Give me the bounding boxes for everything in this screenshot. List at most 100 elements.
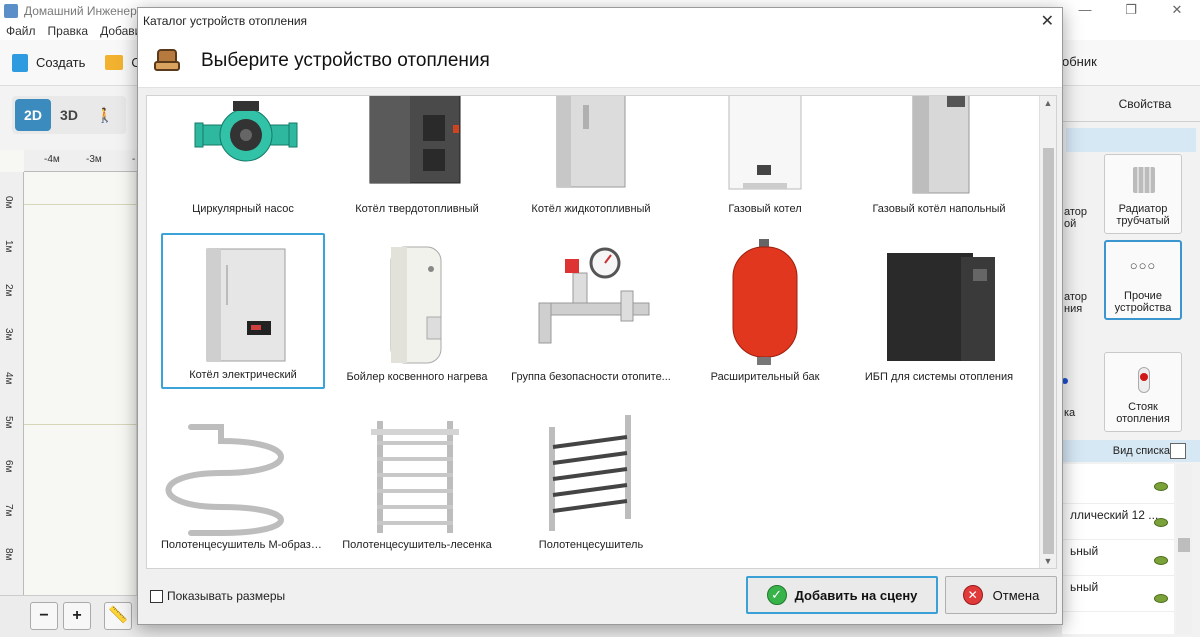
cancel-button[interactable]: ✕ Отмена	[945, 576, 1057, 614]
catalog-item-towel-ladder[interactable]: Полотенцесушитель-лесенка	[335, 401, 499, 557]
visibility-eye-icon[interactable]	[1154, 556, 1168, 565]
ruler-left-mark: 4м	[3, 372, 14, 385]
item-label: Полотенцесушитель	[538, 539, 644, 551]
catalog-item-electric-boiler[interactable]: Котёл электрический	[161, 233, 325, 389]
minimize-icon[interactable]: —	[1062, 0, 1108, 22]
list-view-icon[interactable]	[1170, 443, 1186, 459]
ruler-left: 0м 1м 2м 3м 4м 5м 6м 7м 8м	[0, 172, 24, 595]
ruler-left-mark: 8м	[3, 548, 14, 561]
indirect-boiler-icon	[390, 246, 442, 364]
catalog-item-gas-boiler[interactable]: Газовый котел	[683, 96, 847, 221]
create-button[interactable]: Создать	[12, 53, 85, 72]
visibility-eye-icon[interactable]	[1154, 482, 1168, 491]
catalog-item-expansion-tank[interactable]: Расширительный бак	[683, 233, 847, 389]
tile-heating-riser[interactable]: Стояк отопления	[1104, 352, 1182, 432]
item-label: Полотенцесушитель М-образный	[161, 539, 325, 551]
item-label: Котёл твердотопливный	[355, 203, 479, 215]
show-sizes-label: Показывать размеры	[167, 589, 286, 603]
ruler-left-mark: 5м	[3, 416, 14, 429]
close-icon[interactable]: ✕	[1041, 11, 1054, 31]
new-file-icon	[12, 53, 28, 72]
dots-icon: ○○○	[1129, 258, 1157, 273]
tab-properties[interactable]: Свойства	[1090, 86, 1200, 121]
item-label: Бойлер косвенного нагрева	[346, 371, 488, 383]
menu-edit[interactable]: Правка	[48, 24, 89, 38]
catalog-item-safety-group[interactable]: Группа безопасности отопите...	[509, 233, 673, 389]
zoom-out-button[interactable]: −	[30, 602, 58, 630]
show-sizes-checkbox[interactable]: Показывать размеры	[150, 589, 285, 603]
view-3d-button[interactable]: 3D	[51, 99, 87, 131]
catalog-scrollbar-thumb[interactable]	[1043, 148, 1054, 554]
catalog-item-liquid-fuel-boiler[interactable]: Котёл жидкотопливный	[509, 96, 673, 221]
catalog-item-towel-m-shaped[interactable]: Полотенцесушитель М-образный	[161, 401, 325, 557]
item-label: Группа безопасности отопите...	[511, 371, 671, 383]
reference-button-label[interactable]: обник	[1062, 54, 1097, 69]
scroll-up-icon[interactable]: ▲	[1043, 98, 1053, 108]
catalog-item-towel-warmer[interactable]: Полотенцесушитель	[509, 401, 673, 557]
folder-icon	[105, 55, 124, 70]
add-to-scene-label: Добавить на сцену	[794, 587, 918, 603]
electric-boiler-icon	[206, 248, 286, 362]
item-label: ИБП для системы отопления	[864, 371, 1014, 383]
partial-tile-label: ния	[1064, 303, 1083, 315]
heating-ups-icon	[887, 253, 995, 361]
ruler-top: -4м -3м -	[24, 150, 137, 172]
partial-tile-label: ой	[1064, 218, 1077, 230]
item-label: Котёл электрический	[189, 369, 297, 381]
add-to-scene-button[interactable]: ✓ Добавить на сцену	[746, 576, 938, 614]
ruler-tool-icon[interactable]: 📏	[104, 602, 132, 630]
ruler-left-mark: 7м	[3, 504, 14, 517]
item-label: Котёл жидкотопливный	[531, 203, 651, 215]
item-label: Полотенцесушитель-лесенка	[342, 539, 492, 551]
partial-tile-label: атор	[1064, 206, 1088, 218]
zoom-out-icon: −	[39, 607, 49, 624]
tile-label: Прочие устройства	[1114, 290, 1172, 314]
app-logo-icon	[4, 4, 18, 18]
maximize-icon[interactable]: ❐	[1108, 0, 1154, 22]
ruler-left-mark: 2м	[3, 284, 14, 297]
radiator-icon	[1133, 167, 1155, 193]
m-shaped-towel-warmer-icon	[165, 424, 284, 536]
item-label: Расширительный бак	[710, 371, 820, 383]
walk-mode-icon[interactable]: 🚶	[87, 99, 123, 131]
tab-objects[interactable]	[1062, 86, 1090, 121]
catalog-item-indirect-boiler[interactable]: Бойлер косвенного нагрева	[335, 233, 499, 389]
check-icon: ✓	[766, 585, 787, 605]
checkbox-box[interactable]	[150, 589, 163, 603]
cancel-label: Отмена	[992, 587, 1040, 603]
ruler-left-mark: 0м	[3, 196, 14, 209]
dialog-title: Каталог устройств отопления	[143, 14, 308, 28]
ladder-towel-warmer-icon	[371, 421, 459, 533]
catalog-item-floor-gas-boiler[interactable]: Газовый котёл напольный	[857, 96, 1021, 221]
grid-line	[24, 204, 137, 205]
tile-label: Стояк отопления	[1116, 401, 1170, 425]
tile-radiator-tubular[interactable]: Радиатор трубчатый	[1104, 154, 1182, 234]
catalog-item-solid-fuel-boiler[interactable]: Котёл твердотопливный	[335, 96, 499, 221]
right-panel-group-header	[1066, 128, 1196, 152]
ruler-top-mark: -3м	[86, 154, 102, 165]
expansion-tank-icon	[732, 239, 798, 365]
visibility-eye-icon[interactable]	[1154, 594, 1168, 603]
item-label: Циркулярный насос	[192, 203, 294, 215]
right-panel-tabs: Свойства	[1062, 86, 1200, 122]
catalog-scrollbar[interactable]: ▲ ▼	[1039, 96, 1056, 568]
visibility-eye-icon[interactable]	[1154, 518, 1168, 527]
close-window-icon[interactable]: ✕	[1154, 0, 1200, 22]
dialog-titlebar: Каталог устройств отопления	[138, 8, 1062, 34]
zoom-in-button[interactable]: +	[63, 602, 91, 630]
list-scrollbar-thumb[interactable]	[1178, 538, 1190, 552]
menu-file[interactable]: Файл	[6, 24, 36, 38]
dialog-heading: Выберите устройство отопления	[201, 49, 490, 71]
scroll-down-icon[interactable]: ▼	[1043, 556, 1053, 566]
catalog-item-circulation-pump[interactable]: Циркулярный насос	[161, 96, 325, 221]
dialog-header: Выберите устройство отопления	[138, 34, 1062, 88]
tile-other-devices[interactable]: ○○○ Прочие устройства	[1104, 240, 1182, 320]
item-label: Газовый котел	[728, 203, 802, 215]
riser-dot-icon	[1140, 373, 1148, 381]
catalog-item-heating-ups[interactable]: ИБП для системы отопления	[857, 233, 1021, 389]
window-controls: — ❐ ✕	[1062, 0, 1200, 22]
armchair-icon	[153, 47, 181, 75]
towel-warmer-icon	[549, 415, 631, 531]
view-2d-button[interactable]: 2D	[15, 99, 51, 131]
heating-catalog-dialog: Каталог устройств отопления ✕ Выберите у…	[137, 7, 1063, 625]
